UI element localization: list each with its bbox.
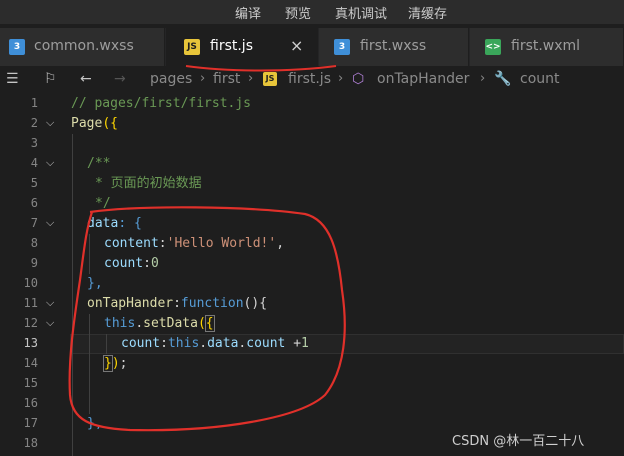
bookmark-icon[interactable]: ⚐: [44, 71, 57, 87]
breadcrumb-first-js[interactable]: first.js: [288, 71, 331, 87]
indent-guide: [89, 234, 90, 274]
tab-first-js[interactable]: JS first.js ×: [166, 28, 318, 66]
menu-clear-cache[interactable]: 清缓存: [408, 3, 447, 22]
breadcrumb: ☰ ⚐ ← → pages › first › JS first.js › ⬡ …: [0, 66, 624, 94]
tab-label: first.wxml: [511, 38, 581, 54]
js-file-icon: JS: [263, 72, 277, 86]
tab-first-wxss[interactable]: 3 first.wxss: [319, 28, 469, 66]
code-line-5: * 页面的初始数据: [95, 176, 202, 191]
line-number: 10: [23, 276, 38, 290]
line-number: 2: [30, 116, 38, 130]
breadcrumb-first[interactable]: first: [213, 71, 240, 87]
line-number: 17: [23, 416, 38, 430]
line-number: 3: [30, 136, 38, 150]
tab-label: first.js: [210, 38, 253, 54]
wrench-icon: 🔧: [494, 71, 512, 87]
chevron-right-icon: ›: [338, 71, 344, 86]
code-line-9: count:0: [104, 256, 159, 271]
code-line-1: // pages/first/first.js: [71, 96, 252, 111]
css-file-icon: 3: [334, 39, 350, 55]
code-line-12: this.setData({: [104, 315, 215, 332]
chevron-right-icon: ›: [200, 71, 206, 86]
fold-chevron-icon[interactable]: ⌵: [46, 216, 54, 230]
top-menu-bar: 编译 预览 真机调试 清缓存: [0, 0, 624, 24]
menu-device-debug[interactable]: 真机调试: [335, 3, 387, 22]
line-number: 9: [30, 256, 38, 270]
code-line-6: */: [95, 196, 111, 211]
close-icon[interactable]: ×: [290, 36, 303, 55]
line-number: 16: [23, 396, 38, 410]
code-line-8: content:'Hello World!',: [104, 236, 285, 251]
line-number: 12: [23, 316, 38, 330]
line-number: 1: [30, 96, 38, 110]
list-icon[interactable]: ☰: [6, 71, 19, 87]
code-line-11: onTapHander:function(){: [87, 296, 268, 311]
line-number: 11: [23, 296, 38, 310]
line-number: 14: [23, 356, 38, 370]
method-icon: ⬡: [352, 71, 365, 87]
code-line-10: },: [87, 276, 103, 291]
code-line-14: });: [103, 355, 128, 372]
js-file-icon: JS: [184, 39, 200, 55]
wxml-file-icon: <>: [485, 39, 501, 55]
back-arrow-icon[interactable]: ←: [80, 71, 92, 87]
watermark: CSDN @林一百二十八: [452, 434, 585, 449]
breadcrumb-pages[interactable]: pages: [150, 71, 192, 87]
indent-guide: [106, 334, 107, 354]
code-line-7: data: {: [87, 216, 142, 231]
line-number: 7: [30, 216, 38, 230]
code-line-13: count:this.data.count +1: [121, 336, 309, 351]
line-number: 18: [23, 436, 38, 450]
code-line-4: /**: [87, 156, 111, 171]
menu-preview[interactable]: 预览: [285, 3, 311, 22]
line-number: 5: [30, 176, 38, 190]
tab-label: first.wxss: [360, 38, 427, 54]
fold-chevron-icon[interactable]: ⌵: [46, 116, 54, 130]
forward-arrow-icon[interactable]: →: [114, 71, 126, 87]
line-number: 15: [23, 376, 38, 390]
code-line-2: Page({: [71, 116, 118, 131]
editor-tab-bar: 3 common.wxss JS first.js × 3 first.wxss…: [0, 28, 624, 66]
indent-guide: [72, 134, 73, 456]
chevron-right-icon: ›: [248, 71, 254, 86]
indent-guide: [89, 314, 90, 414]
fold-chevron-icon[interactable]: ⌵: [46, 296, 54, 310]
code-editor[interactable]: 1 2 3 4 5 6 7 8 9 10 11 12 13 14 15 16 17 18 ⌵ ⌵ ⌵ ⌵ ⌵ //…: [0, 94, 624, 456]
breadcrumb-count[interactable]: count: [520, 71, 560, 87]
tab-first-wxml[interactable]: <> first.wxml: [470, 28, 624, 66]
tab-label: common.wxss: [34, 38, 134, 54]
menu-compile[interactable]: 编译: [235, 3, 261, 22]
line-number: 13: [23, 336, 38, 350]
tab-common-wxss[interactable]: 3 common.wxss: [0, 28, 165, 66]
breadcrumb-ontaphander[interactable]: onTapHander: [377, 71, 469, 87]
fold-chevron-icon[interactable]: ⌵: [46, 156, 54, 170]
line-number: 6: [30, 196, 38, 210]
css-file-icon: 3: [9, 39, 25, 55]
chevron-right-icon: ›: [480, 71, 486, 86]
line-number: 8: [30, 236, 38, 250]
code-line-17: },: [87, 416, 103, 431]
fold-chevron-icon[interactable]: ⌵: [46, 316, 54, 330]
line-number: 4: [30, 156, 38, 170]
